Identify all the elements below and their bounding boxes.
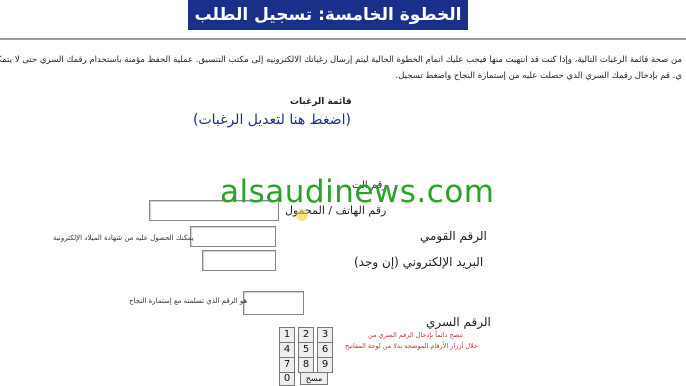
keypad-key-0[interactable]: 0 bbox=[279, 372, 295, 386]
password-warning-2: خلال أزرار الأرقام الموضحه بدلا من لوحة … bbox=[345, 342, 478, 350]
national-id-input[interactable] bbox=[190, 226, 276, 247]
keypad-key-1[interactable]: 1 bbox=[279, 327, 295, 343]
password-label: الرقم السري bbox=[426, 315, 491, 329]
instructions-line-1: من صحة قائمة الرغبات التالية، وإذا كنت ق… bbox=[0, 55, 682, 65]
keypad-key-2[interactable]: 2 bbox=[298, 327, 314, 343]
keypad-key-7[interactable]: 7 bbox=[279, 357, 295, 373]
keypad-clear-button[interactable]: مسح bbox=[300, 372, 328, 385]
instructions-line-2: ي. قم بإدخال رقمك السري الذي حصلت عليه م… bbox=[395, 71, 682, 81]
wishes-title: قائمة الرغبات bbox=[290, 97, 352, 107]
header: الخطوة الخامسة: تسجيل الطلب bbox=[0, 0, 686, 30]
national-id-hint: يمكنك الحصول عليه من شهادة الميلاد الإلك… bbox=[53, 234, 194, 242]
keypad-key-8[interactable]: 8 bbox=[298, 357, 314, 373]
mouse-cursor-highlight bbox=[296, 209, 308, 221]
keypad-key-3[interactable]: 3 bbox=[317, 327, 333, 343]
national-id-label: الرقم القومي bbox=[420, 229, 487, 243]
divider bbox=[0, 38, 686, 40]
keypad-key-4[interactable]: 4 bbox=[279, 342, 295, 358]
seat-hint: هو الرقم الذي تسلمته مع إستمارة النجاح bbox=[129, 297, 248, 305]
watermark: alsaudinews.com bbox=[220, 174, 495, 210]
email-label: البريد الإلكتروني (إن وجد) bbox=[354, 255, 484, 269]
keypad-key-9[interactable]: 9 bbox=[317, 357, 333, 373]
keypad-key-5[interactable]: 5 bbox=[298, 342, 314, 358]
password-warning-1: تنصح دائماً بإدخال الرقم السري من bbox=[368, 331, 464, 339]
edit-wishes-link[interactable]: (اضغط هنا لتعديل الرغبات) bbox=[193, 112, 351, 128]
keypad-key-6[interactable]: 6 bbox=[317, 342, 333, 358]
seat-number-input[interactable] bbox=[243, 291, 304, 315]
email-input[interactable] bbox=[202, 250, 276, 271]
page-title: الخطوة الخامسة: تسجيل الطلب bbox=[194, 5, 462, 25]
